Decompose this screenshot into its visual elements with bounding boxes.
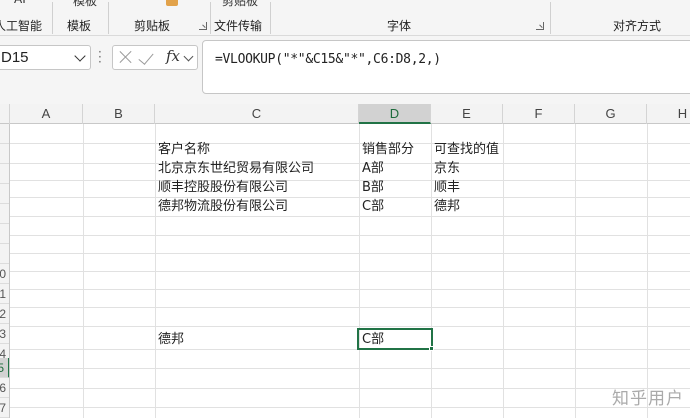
font-launcher-icon[interactable]	[536, 22, 544, 30]
gridline	[10, 349, 690, 350]
formula-controls: fx	[112, 45, 198, 70]
ribbon-group-template-top: 模板	[73, 0, 98, 8]
column-header-f[interactable]: F	[503, 104, 575, 124]
ribbon: AI 人工智能 模板 模板 剪贴板 剪贴板 文件传输 字体 对齐方式	[0, 0, 690, 36]
gridline	[10, 271, 690, 272]
gridline	[10, 289, 690, 290]
insert-function-button[interactable]: fx	[166, 47, 180, 65]
gridline	[10, 143, 690, 144]
cell-c15[interactable]: 德邦	[155, 330, 184, 350]
chevron-down-icon[interactable]	[183, 51, 194, 62]
row-header[interactable]	[0, 224, 9, 244]
watermark: 知乎用户	[612, 389, 684, 409]
more-options-icon[interactable]: · · ·	[98, 46, 102, 68]
row-header[interactable]	[0, 244, 9, 264]
gridline	[10, 407, 690, 408]
ribbon-group-template[interactable]: 模板 模板	[56, 0, 106, 35]
row-header[interactable]	[0, 124, 9, 144]
row-header[interactable]	[0, 184, 9, 204]
name-box-value: D15	[1, 49, 29, 66]
gridline	[10, 307, 690, 308]
column-header-d[interactable]: D	[359, 104, 431, 124]
ribbon-separator	[210, 2, 211, 34]
formula-text: =VLOOKUP("*"&C15&"*",C6:D8,2,)	[215, 52, 441, 67]
ribbon-group-alignment-label: 对齐方式	[613, 19, 662, 33]
cell-d5[interactable]: 销售部分	[359, 140, 414, 160]
format-painter-icon	[166, 0, 178, 6]
ribbon-group-alignment[interactable]: 对齐方式	[552, 0, 690, 35]
cell-d6[interactable]: A部	[359, 159, 384, 179]
row-header[interactable]: 0	[0, 264, 9, 284]
column-header-h[interactable]: H	[647, 104, 690, 124]
cell-c8[interactable]: 德邦物流股份有限公司	[155, 197, 288, 217]
cell-d7[interactable]: B部	[359, 178, 384, 198]
ribbon-group-font-label: 字体	[387, 19, 412, 33]
cell-e6[interactable]: 京东	[431, 159, 460, 179]
formula-bar-area: D15 · · · fx =VLOOKUP("*"&C15&"*",C6:D8,2,…	[0, 36, 690, 96]
gridline	[10, 326, 690, 327]
gridline	[10, 253, 690, 254]
active-cell-border	[357, 328, 433, 350]
toolbar-gap	[0, 96, 690, 104]
ribbon-group-clipboard[interactable]: 剪贴板	[110, 0, 210, 35]
cancel-icon[interactable]	[119, 49, 133, 65]
ribbon-group-clipboard-label: 剪贴板	[134, 19, 171, 33]
column-header-c[interactable]: C	[155, 104, 359, 124]
row-header[interactable]: 3	[0, 324, 9, 344]
confirm-icon[interactable]	[138, 49, 154, 65]
row-header[interactable]: 7	[0, 398, 9, 418]
select-all-corner[interactable]	[0, 104, 10, 124]
cell-e8[interactable]: 德邦	[431, 197, 460, 217]
ribbon-group-file-transfer[interactable]: 剪贴板 文件传输	[212, 0, 270, 35]
column-header-e[interactable]: E	[431, 104, 503, 124]
ribbon-group-font[interactable]: 字体	[272, 0, 548, 35]
column-header-a[interactable]: A	[10, 104, 83, 124]
ribbon-group-file-transfer-label: 文件传输	[214, 19, 263, 33]
ribbon-separator	[108, 2, 109, 34]
column-header-g[interactable]: G	[575, 104, 647, 124]
row-header[interactable]: 6	[0, 378, 9, 398]
row-header[interactable]: 2	[0, 304, 9, 324]
row-header[interactable]: 1	[0, 284, 9, 304]
formula-input[interactable]: =VLOOKUP("*"&C15&"*",C6:D8,2,)	[202, 40, 690, 94]
gridline	[10, 235, 690, 236]
fill-handle[interactable]	[429, 346, 434, 351]
cell-c7[interactable]: 顺丰控股股份有限公司	[155, 178, 288, 198]
row-header[interactable]	[0, 164, 9, 184]
gridline	[10, 180, 690, 181]
ribbon-group-file-transfer-top: 剪贴板	[222, 0, 259, 8]
row-header-selected[interactable]: 5	[0, 358, 9, 378]
row-header[interactable]	[0, 144, 9, 164]
ribbon-group-template-label: 模板	[67, 19, 92, 33]
cell-e5[interactable]: 可查找的值	[431, 140, 499, 160]
gridline	[10, 388, 690, 389]
ribbon-group-ai-top: AI	[14, 0, 26, 6]
ribbon-separator	[52, 2, 53, 34]
ribbon-separator	[550, 2, 551, 34]
ribbon-group-ai-label: 人工智能	[0, 19, 43, 33]
row-header[interactable]	[0, 204, 9, 224]
chevron-down-icon[interactable]	[74, 50, 86, 62]
column-headers: A B C D E F G H	[0, 104, 690, 124]
row-headers: 0 1 2 3 4 5 6 7	[0, 124, 10, 418]
cell-c6[interactable]: 北京京东世纪贸易有限公司	[155, 159, 314, 179]
ribbon-separator	[270, 2, 271, 34]
clipboard-launcher-icon[interactable]	[199, 22, 207, 30]
worksheet-grid[interactable]: A B C D E F G H 0 1 2 3 4 5 6 7	[0, 96, 690, 418]
cell-d8[interactable]: C部	[359, 197, 384, 217]
gridline	[10, 368, 690, 369]
gridline	[10, 163, 690, 164]
cell-e7[interactable]: 顺丰	[431, 178, 460, 198]
name-box[interactable]: D15	[0, 45, 91, 70]
gridline	[10, 197, 690, 198]
column-header-b[interactable]: B	[83, 104, 155, 124]
ribbon-group-ai[interactable]: AI 人工智能	[0, 0, 46, 35]
cell-c5[interactable]: 客户名称	[155, 140, 210, 160]
gridline	[10, 216, 690, 217]
